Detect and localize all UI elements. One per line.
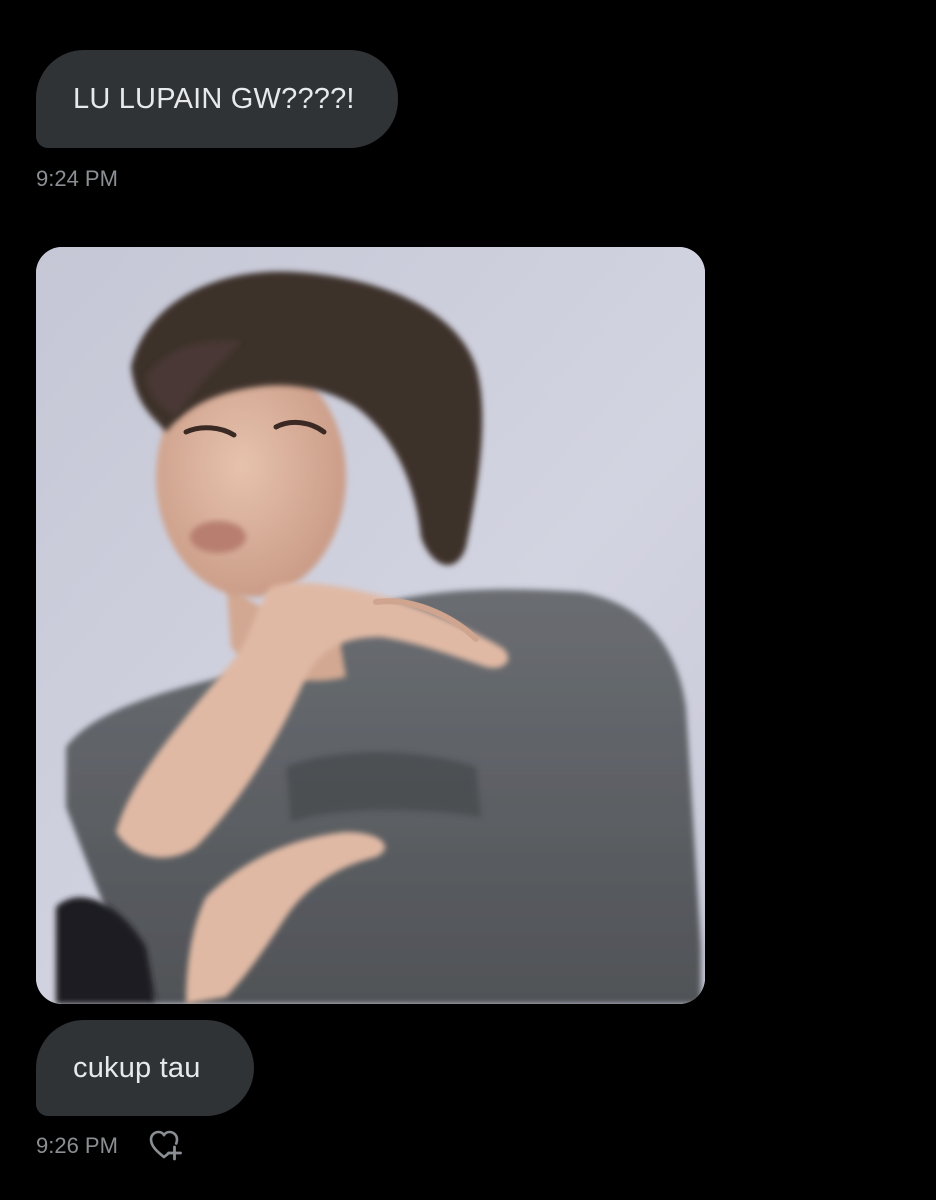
- message-text: LU LUPAIN GW????!: [73, 82, 355, 115]
- message-text: cukup tau: [73, 1051, 201, 1084]
- message-image[interactable]: [36, 247, 705, 1004]
- photo: [36, 247, 705, 1004]
- message-timestamp: 9:24 PM: [36, 166, 118, 191]
- heart-plus-icon[interactable]: [147, 1128, 183, 1162]
- message-bubble[interactable]: cukup tau: [36, 1020, 254, 1116]
- message-timestamp: 9:26 PM: [36, 1133, 118, 1158]
- message-bubble[interactable]: LU LUPAIN GW????!: [36, 50, 398, 148]
